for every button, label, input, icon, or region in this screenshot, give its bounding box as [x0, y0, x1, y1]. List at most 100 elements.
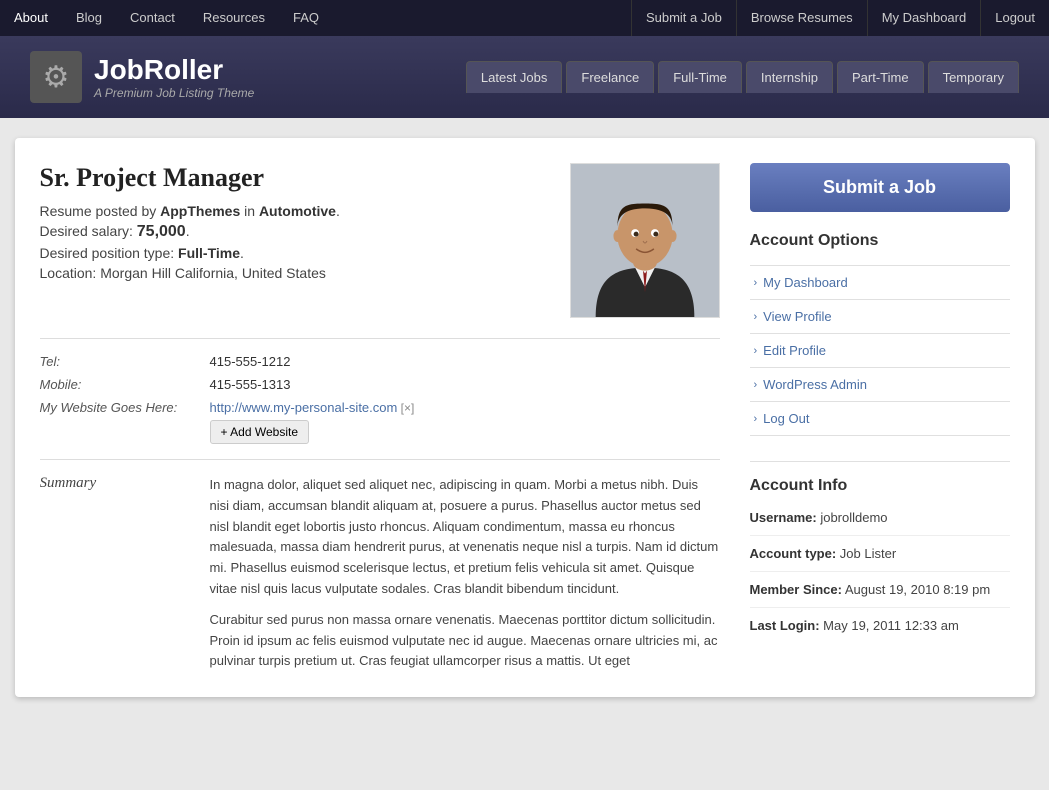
main-content: Sr. Project Manager Resume posted by App… — [40, 163, 750, 672]
submit-job-button[interactable]: Submit a Job — [750, 163, 1010, 212]
nav-about[interactable]: About — [0, 0, 62, 36]
account-type-value: Job Lister — [840, 546, 896, 561]
resume-position-line: Desired position type: Full-Time. — [40, 245, 340, 261]
account-type-row: Account type: Job Lister — [750, 546, 1010, 572]
chevron-right-icon: › — [754, 345, 758, 357]
top-nav-left: About Blog Contact Resources FAQ — [0, 0, 333, 36]
member-since-label: Member Since: — [750, 582, 842, 597]
last-login-row: Last Login: May 19, 2011 12:33 am — [750, 618, 1010, 643]
logo-area: JobRoller A Premium Job Listing Theme — [30, 51, 254, 103]
nav-blog[interactable]: Blog — [62, 0, 116, 36]
website-link[interactable]: http://www.my-personal-site.com — [210, 400, 398, 415]
website-row: My Website Goes Here: http://www.my-pers… — [40, 400, 720, 444]
chevron-right-icon: › — [754, 311, 758, 323]
last-login-label: Last Login: — [750, 618, 820, 633]
member-since-value: August 19, 2010 8:19 pm — [845, 582, 990, 597]
website-close[interactable]: [×] — [397, 401, 414, 415]
mobile-value: 415-555-1313 — [210, 377, 291, 392]
resume-info: Sr. Project Manager Resume posted by App… — [40, 163, 340, 285]
salary-value: 75,000 — [137, 223, 186, 240]
tab-freelance[interactable]: Freelance — [566, 61, 654, 93]
account-options-section: Account Options › My Dashboard › View Pr… — [750, 232, 1010, 436]
in-text: in — [240, 203, 259, 219]
menu-item-view-profile: › View Profile — [750, 300, 1010, 334]
tel-value: 415-555-1212 — [210, 354, 291, 369]
edit-profile-link-label: Edit Profile — [763, 343, 826, 358]
nav-contact[interactable]: Contact — [116, 0, 189, 36]
logo-text: JobRoller A Premium Job Listing Theme — [94, 54, 254, 100]
logout-link[interactable]: › Log Out — [750, 402, 1010, 435]
summary-paragraph-2: Curabitur sed purus non massa ornare ven… — [210, 610, 720, 672]
mobile-label: Mobile: — [40, 377, 210, 392]
tab-latest-jobs[interactable]: Latest Jobs — [466, 61, 563, 93]
resume-header: Sr. Project Manager Resume posted by App… — [40, 163, 720, 318]
mobile-row: Mobile: 415-555-1313 — [40, 377, 720, 392]
location-value: Morgan Hill California, United States — [100, 265, 326, 281]
nav-logout[interactable]: Logout — [980, 0, 1049, 36]
view-profile-link[interactable]: › View Profile — [750, 300, 1010, 333]
posted-by-prefix: Resume posted by — [40, 203, 161, 219]
summary-content: In magna dolor, aliquet sed aliquet nec,… — [210, 475, 720, 672]
nav-faq[interactable]: FAQ — [279, 0, 333, 36]
summary-label: Summary — [40, 475, 210, 492]
contact-section: Tel: 415-555-1212 Mobile: 415-555-1313 M… — [40, 338, 720, 444]
tab-part-time[interactable]: Part-Time — [837, 61, 924, 93]
wordpress-admin-link-label: WordPress Admin — [763, 377, 867, 392]
chevron-right-icon: › — [754, 413, 758, 425]
sidebar: Submit a Job Account Options › My Dashbo… — [750, 163, 1010, 672]
location-label: Location: — [40, 265, 101, 281]
account-type-label: Account type: — [750, 546, 837, 561]
menu-item-edit-profile: › Edit Profile — [750, 334, 1010, 368]
position-label: Desired position type: — [40, 245, 179, 261]
website-label: My Website Goes Here: — [40, 400, 210, 444]
site-subtitle: A Premium Job Listing Theme — [94, 86, 254, 100]
top-nav-right: Submit a Job Browse Resumes My Dashboard… — [631, 0, 1049, 36]
resume-salary-line: Desired salary: 75,000. — [40, 223, 340, 241]
resume-category: Automotive — [259, 203, 336, 219]
resume-author: AppThemes — [160, 203, 240, 219]
tel-row: Tel: 415-555-1212 — [40, 354, 720, 369]
tel-label: Tel: — [40, 354, 210, 369]
content-wrapper: Sr. Project Manager Resume posted by App… — [15, 138, 1035, 697]
last-login-value: May 19, 2011 12:33 am — [823, 618, 959, 633]
account-options-menu: › My Dashboard › View Profile › Edit Pro… — [750, 265, 1010, 436]
category-suffix: . — [336, 203, 340, 219]
nav-submit-job[interactable]: Submit a Job — [631, 0, 736, 36]
account-info-title: Account Info — [750, 477, 1010, 500]
site-title: JobRoller — [94, 54, 254, 86]
menu-item-dashboard: › My Dashboard — [750, 266, 1010, 300]
username-label: Username: — [750, 510, 817, 525]
website-value: http://www.my-personal-site.com [×] + Ad… — [210, 400, 415, 444]
menu-item-logout: › Log Out — [750, 402, 1010, 436]
resume-author-line: Resume posted by AppThemes in Automotive… — [40, 203, 340, 219]
username-value: jobrolldemo — [820, 510, 887, 525]
username-row: Username: jobrolldemo — [750, 510, 1010, 536]
salary-label: Desired salary: — [40, 223, 137, 239]
nav-my-dashboard[interactable]: My Dashboard — [867, 0, 981, 36]
nav-browse-resumes[interactable]: Browse Resumes — [736, 0, 867, 36]
position-suffix: . — [240, 245, 244, 261]
nav-resources[interactable]: Resources — [189, 0, 279, 36]
tab-temporary[interactable]: Temporary — [928, 61, 1019, 93]
account-info-section: Account Info Username: jobrolldemo Accou… — [750, 461, 1010, 643]
dashboard-link[interactable]: › My Dashboard — [750, 266, 1010, 299]
edit-profile-link[interactable]: › Edit Profile — [750, 334, 1010, 367]
tab-internship[interactable]: Internship — [746, 61, 833, 93]
resume-photo — [570, 163, 720, 318]
view-profile-link-label: View Profile — [763, 309, 831, 324]
menu-item-wordpress-admin: › WordPress Admin — [750, 368, 1010, 402]
top-navigation: About Blog Contact Resources FAQ Submit … — [0, 0, 1049, 36]
wordpress-admin-link[interactable]: › WordPress Admin — [750, 368, 1010, 401]
dashboard-link-label: My Dashboard — [763, 275, 848, 290]
position-value: Full-Time — [178, 245, 240, 261]
account-options-title: Account Options — [750, 232, 1010, 255]
summary-paragraph-1: In magna dolor, aliquet sed aliquet nec,… — [210, 475, 720, 600]
resume-title: Sr. Project Manager — [40, 163, 340, 193]
site-header: JobRoller A Premium Job Listing Theme La… — [0, 36, 1049, 118]
add-website-button[interactable]: + Add Website — [210, 420, 310, 444]
logo-icon — [30, 51, 82, 103]
summary-section: Summary In magna dolor, aliquet sed aliq… — [40, 459, 720, 672]
chevron-right-icon: › — [754, 379, 758, 391]
tab-full-time[interactable]: Full-Time — [658, 61, 742, 93]
chevron-right-icon: › — [754, 277, 758, 289]
